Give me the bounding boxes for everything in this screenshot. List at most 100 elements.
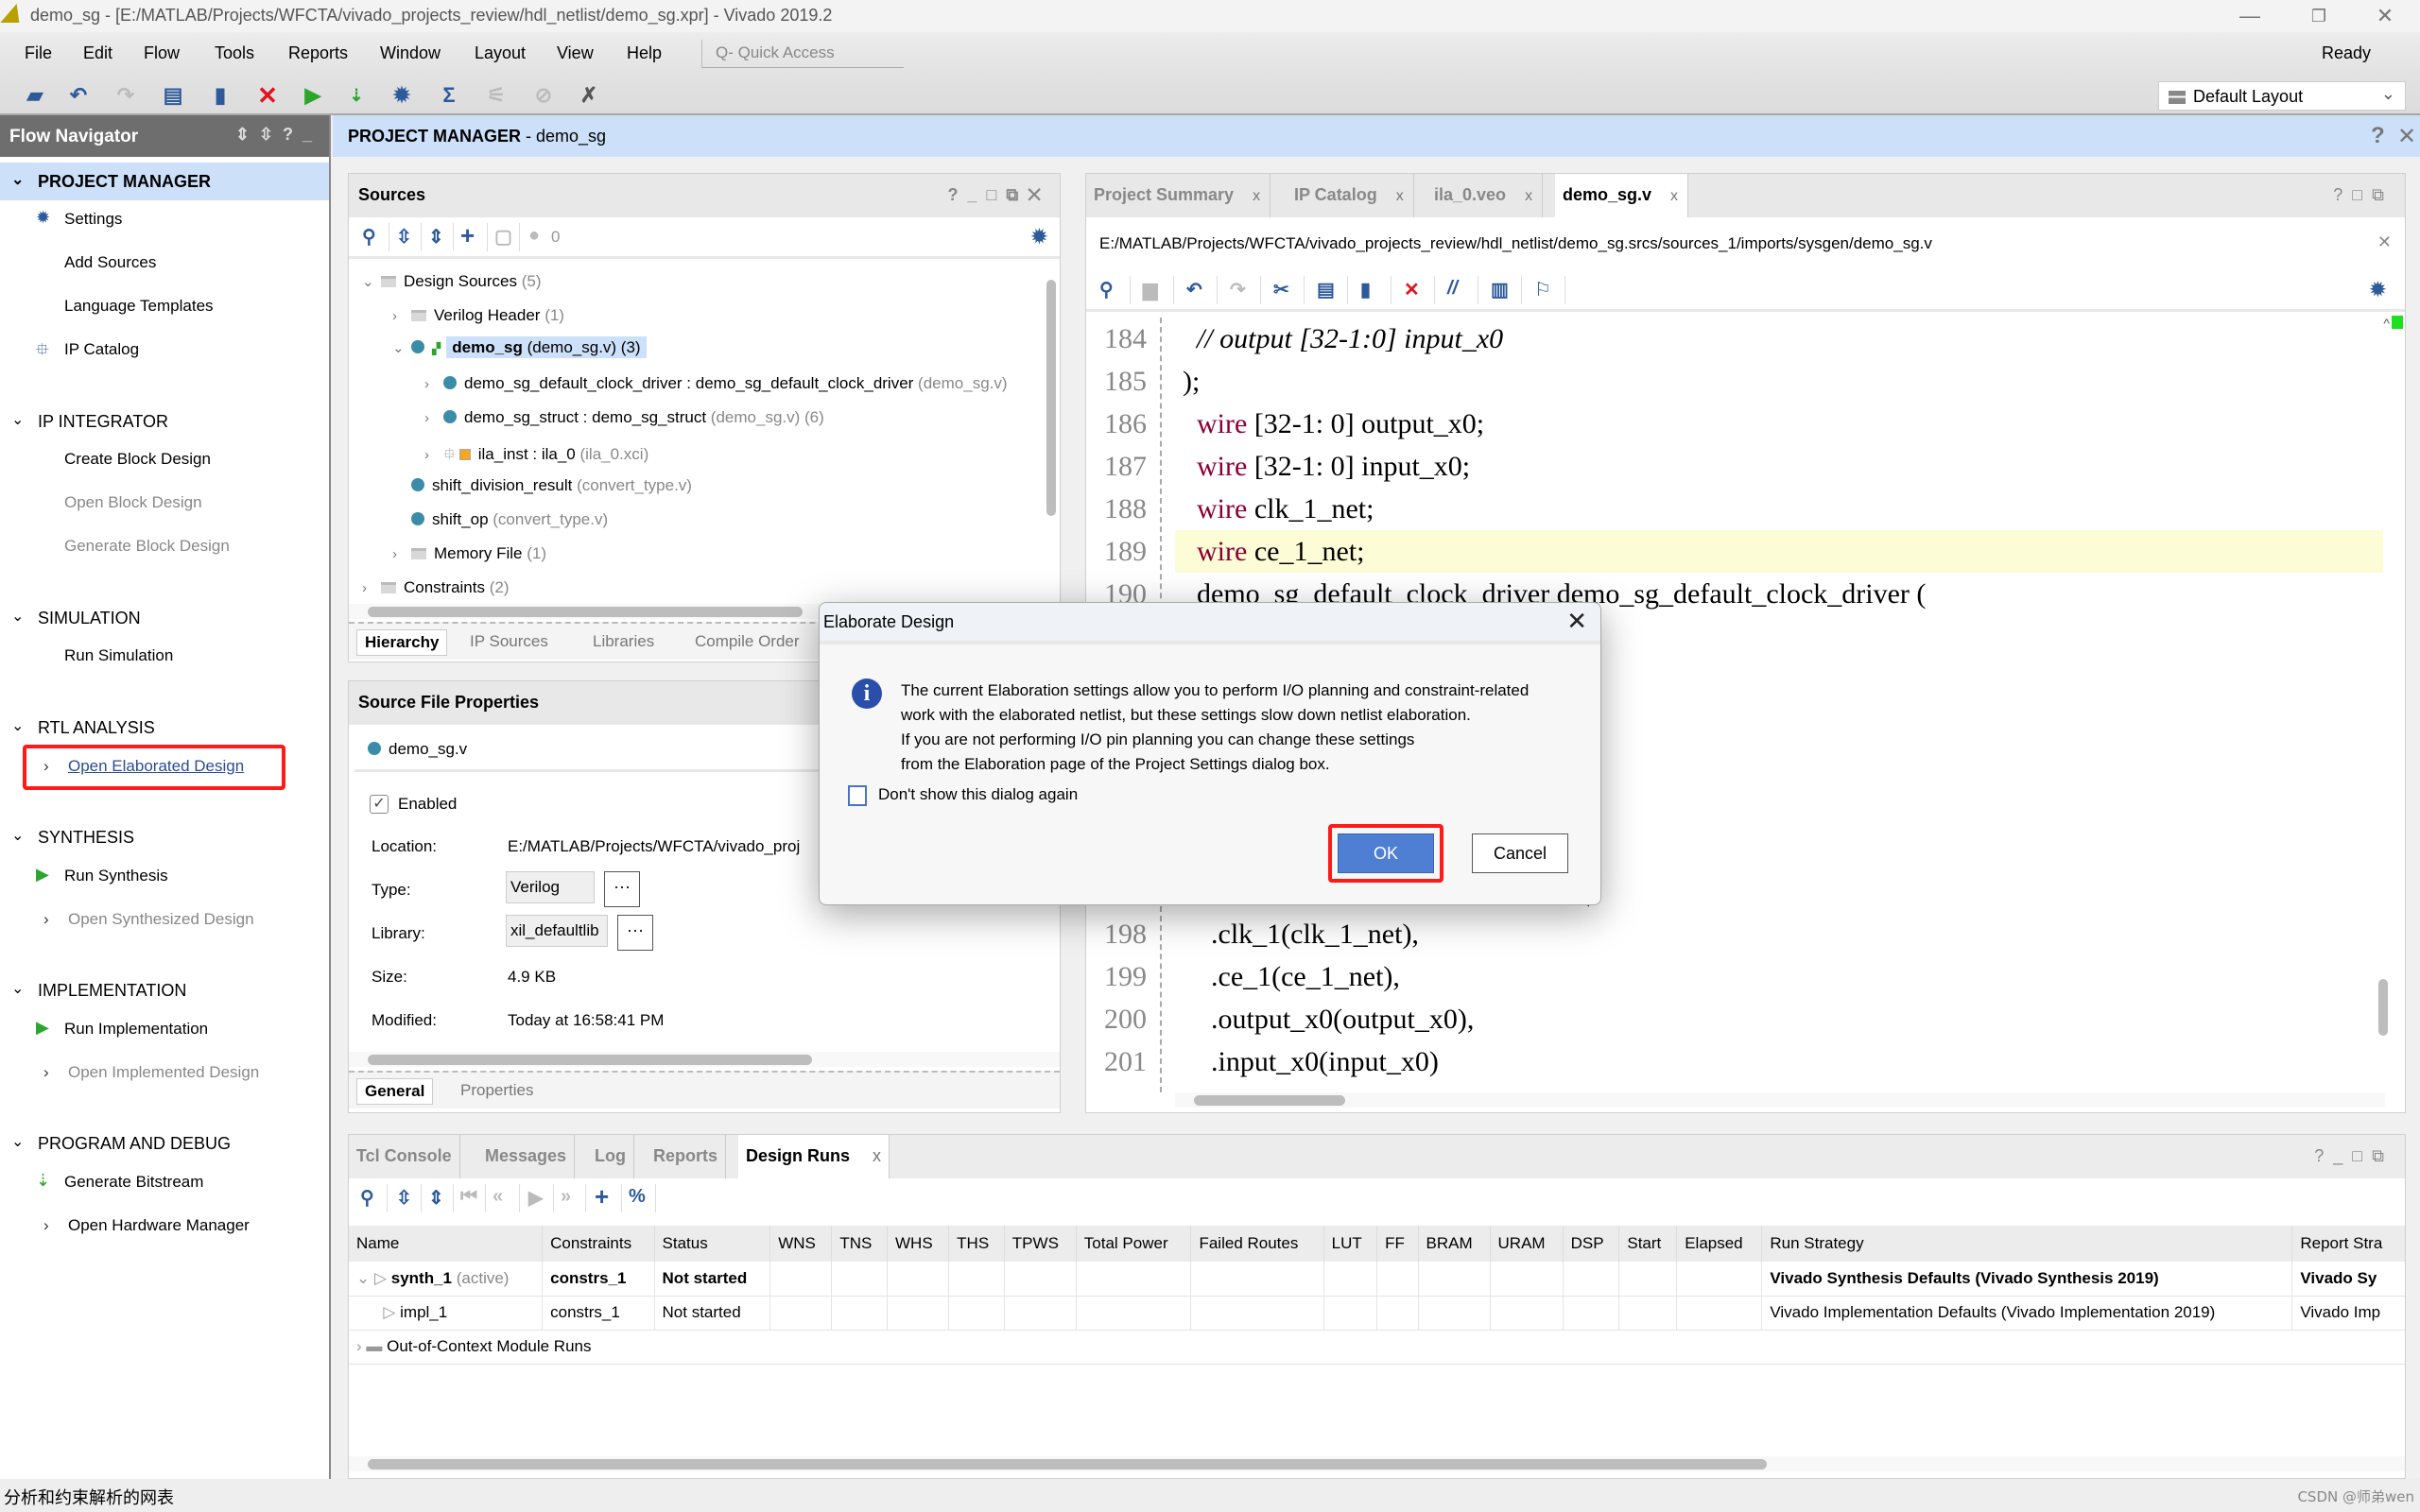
panel-window-controls[interactable]: ?□⧉	[2333, 185, 2394, 205]
code-line[interactable]: 185);	[1086, 360, 2383, 403]
nav-language-templates[interactable]: Language Templates	[64, 297, 214, 316]
column-header[interactable]: Status	[654, 1226, 771, 1262]
column-header[interactable]: FF	[1376, 1226, 1419, 1262]
cancel-debug-icon[interactable]: ✗	[575, 81, 603, 110]
close-tab-icon[interactable]: x	[1396, 188, 1404, 204]
section-program-and-debug[interactable]: ⌄ PROGRAM AND DEBUG	[0, 1125, 329, 1162]
dont-show-again-label[interactable]: Don't show this dialog again	[878, 785, 1078, 804]
vertical-scrollbar[interactable]	[2378, 979, 2388, 1036]
paste-icon[interactable]: ▮	[206, 81, 234, 110]
close-dialog-button[interactable]: ✕	[1566, 607, 1587, 636]
tree-shift-division-result[interactable]: shift_division_result (convert_type.v)	[411, 476, 692, 495]
column-header[interactable]: BRAM	[1418, 1226, 1491, 1262]
section-synthesis[interactable]: ⌄ SYNTHESIS	[0, 818, 329, 856]
horizontal-scrollbar[interactable]	[1175, 1092, 2385, 1108]
next-icon[interactable]: »	[561, 1186, 571, 1208]
nav-run-simulation[interactable]: Run Simulation	[64, 646, 173, 665]
horizontal-scrollbar[interactable]	[349, 1052, 1060, 1067]
nav-open-hardware-manager[interactable]: › Open Hardware Manager	[43, 1216, 250, 1235]
menu-file[interactable]: File	[25, 43, 52, 63]
expand-run-icon[interactable]: ⌄ ▷	[356, 1269, 391, 1287]
menu-window[interactable]: Window	[380, 43, 441, 63]
code-line[interactable]: 199 .ce_1(ce_1_net),	[1086, 955, 2383, 998]
close-tab-icon[interactable]: x	[1253, 188, 1260, 204]
tab-libraries[interactable]: Libraries	[585, 629, 662, 654]
section-implementation[interactable]: ⌄ IMPLEMENTATION	[0, 971, 329, 1009]
undo-icon[interactable]: ↶	[1186, 278, 1202, 301]
tree-demo-sg[interactable]: ⌄ ▞ demo_sg (demo_sg.v) (3)	[392, 336, 647, 358]
autoconnect-icon[interactable]: ⚟	[482, 81, 510, 110]
code-line[interactable]: 186 wire [32-1: 0] output_x0;	[1086, 403, 2383, 445]
redo-icon[interactable]: ↷	[1230, 278, 1246, 301]
column-header[interactable]: WNS	[769, 1226, 833, 1262]
section-simulation[interactable]: ⌄ SIMULATION	[0, 599, 329, 637]
paste-icon[interactable]: ▮	[1360, 278, 1371, 301]
redo-icon[interactable]: ↷	[112, 81, 140, 110]
help-icon[interactable]: ?	[2371, 123, 2385, 149]
code-line[interactable]: 189 wire ce_1_net;	[1086, 530, 2383, 573]
tree-demo-sg-struct[interactable]: › demo_sg_struct : demo_sg_struct (demo_s…	[424, 408, 824, 427]
expand-all-icon[interactable]: ⇕	[428, 225, 444, 249]
flow-navigator-header-icons[interactable]: ⇕⇳?_	[235, 125, 321, 145]
tree-verilog-header[interactable]: › Verilog Header (1)	[392, 306, 564, 325]
copy-icon[interactable]: ▤	[159, 81, 187, 110]
column-header[interactable]: LUT	[1323, 1226, 1378, 1262]
menu-help[interactable]: Help	[627, 43, 662, 63]
column-header[interactable]: Failed Routes	[1190, 1226, 1324, 1262]
tab-project-summary[interactable]: Project Summary x	[1086, 174, 1271, 217]
column-header[interactable]: THS	[948, 1226, 1005, 1262]
layout-select[interactable]: Default Layout ⌄	[2158, 81, 2406, 111]
add-run-icon[interactable]: +	[595, 1182, 609, 1211]
add-icon[interactable]: +	[460, 221, 475, 250]
code-line[interactable]: 188 wire clk_1_net;	[1086, 488, 2383, 530]
tab-tcl-console[interactable]: Tcl Console	[349, 1135, 460, 1178]
search-icon[interactable]: ⚲	[1099, 278, 1114, 301]
settings-icon[interactable]: ✹	[388, 81, 416, 110]
code-line[interactable]: 184 // output [32-1:0] input_x0	[1086, 318, 2383, 360]
run-icon[interactable]: ▶	[299, 81, 327, 110]
close-tab-icon[interactable]: x	[873, 1146, 881, 1165]
close-icon[interactable]: ✕	[2397, 123, 2416, 150]
menu-view[interactable]: View	[557, 43, 594, 63]
tab-ip-catalog[interactable]: IP Catalog x	[1287, 174, 1414, 217]
close-tab-icon[interactable]: x	[1670, 188, 1678, 204]
tab-design-runs[interactable]: Design Runs x	[738, 1135, 890, 1178]
nav-settings[interactable]: ✹ Settings	[36, 208, 122, 229]
code-line[interactable]: 201 .input_x0(input_x0)	[1086, 1040, 2383, 1083]
collapse-all-icon[interactable]: ⇳	[396, 225, 412, 249]
tab-demo-sg-v[interactable]: demo_sg.v x	[1555, 174, 1689, 217]
dont-show-again-checkbox[interactable]	[848, 785, 867, 806]
percent-icon[interactable]: %	[629, 1186, 646, 1208]
column-header[interactable]: Elapsed	[1676, 1226, 1763, 1262]
restore-button[interactable]: ❐	[2286, 0, 2352, 32]
copy-icon[interactable]: ▤	[1317, 278, 1335, 301]
open-project-icon[interactable]: ▰	[21, 81, 49, 110]
nav-add-sources[interactable]: Add Sources	[64, 253, 156, 272]
horizontal-scrollbar[interactable]	[349, 1456, 2405, 1471]
column-header[interactable]: TPWS	[1004, 1226, 1077, 1262]
menu-reports[interactable]: Reports	[288, 43, 348, 63]
tab-hierarchy[interactable]: Hierarchy	[356, 629, 448, 656]
cancel-button[interactable]: Cancel	[1472, 833, 1568, 873]
nav-create-block-design[interactable]: Create Block Design	[64, 450, 211, 469]
section-rtl-analysis[interactable]: ⌄ RTL ANALYSIS	[0, 709, 329, 747]
disabled-link-icon[interactable]: ⊘	[529, 81, 558, 110]
tree-design-sources[interactable]: ⌄ Design Sources (5)	[362, 272, 542, 291]
collapse-all-icon[interactable]: ⇳	[396, 1186, 412, 1210]
launch-icon[interactable]: ▶	[528, 1186, 543, 1210]
panel-window-controls[interactable]: ?_□⧉✕	[948, 185, 1050, 205]
undo-icon[interactable]: ↶	[64, 81, 93, 110]
cut-icon[interactable]: ✂	[1273, 278, 1289, 301]
gear-icon[interactable]: ✹	[1031, 225, 1047, 249]
column-header[interactable]: Start	[1618, 1226, 1678, 1262]
code-line[interactable]: 187 wire [32-1: 0] input_x0;	[1086, 445, 2383, 488]
menu-tools[interactable]: Tools	[215, 43, 254, 63]
menu-layout[interactable]: Layout	[475, 43, 526, 63]
tab-reports[interactable]: Reports	[646, 1135, 727, 1178]
menu-flow[interactable]: Flow	[144, 43, 180, 63]
column-header[interactable]: Constraints	[542, 1226, 655, 1262]
tree-shift-op[interactable]: shift_op (convert_type.v)	[411, 510, 608, 529]
enabled-checkbox[interactable]: ✓	[370, 795, 389, 814]
tree-memory-file[interactable]: › Memory File (1)	[392, 544, 546, 563]
tree-clock-driver[interactable]: › demo_sg_default_clock_driver : demo_sg_…	[424, 374, 1008, 393]
